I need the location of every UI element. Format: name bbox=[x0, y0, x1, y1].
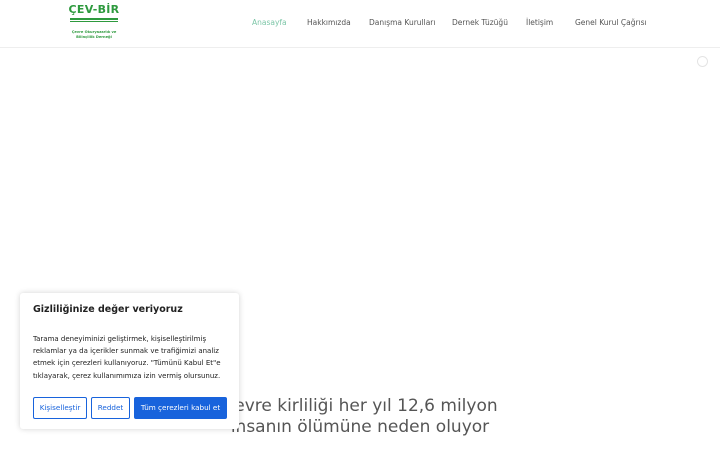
nav-item-iletisim[interactable]: İletişim bbox=[526, 18, 553, 27]
nav-item-danisma-kurullari[interactable]: Danışma Kurulları bbox=[369, 18, 435, 27]
logo-title: ÇEV-BİR bbox=[68, 3, 120, 16]
slider-control-button[interactable] bbox=[697, 56, 708, 67]
nav-item-dernek-tuzugu[interactable]: Dernek Tüzüğü bbox=[452, 18, 508, 27]
main-nav: Anasayfa Hakkımızda Danışma Kurulları De… bbox=[0, 18, 720, 32]
cookie-banner-title: Gizliliğinize değer veriyoruz bbox=[33, 304, 183, 315]
site-header: ÇEV-BİR Çevre Okuryazarlık ve Bilinçlili… bbox=[0, 0, 720, 48]
reject-button[interactable]: Reddet bbox=[91, 397, 130, 419]
cookie-banner-text: Tarama deneyiminizi geliştirmek, kişisel… bbox=[33, 335, 221, 380]
hero-headline: Çevre kirliliği her yıl 12,6 milyon insa… bbox=[200, 396, 520, 438]
nav-item-anasayfa[interactable]: Anasayfa bbox=[252, 18, 287, 27]
customize-button[interactable]: Kişiselleştir bbox=[33, 397, 87, 419]
nav-item-genel-kurul-cagrisi[interactable]: Genel Kurul Çağrısı bbox=[575, 18, 647, 27]
hero-headline-line2: insanın ölümüne neden oluyor bbox=[230, 417, 490, 437]
hero-headline-line1: Çevre kirliliği her yıl 12,6 milyon bbox=[222, 396, 498, 416]
cookie-consent-banner: Gizliliğinize değer veriyoruz Tarama den… bbox=[20, 293, 239, 429]
accept-all-button[interactable]: Tüm çerezleri kabul et bbox=[134, 397, 227, 419]
logo-subtitle-line2: Bilinçlilik Derneği bbox=[76, 34, 112, 39]
nav-item-hakkimizda[interactable]: Hakkımızda bbox=[307, 18, 351, 27]
